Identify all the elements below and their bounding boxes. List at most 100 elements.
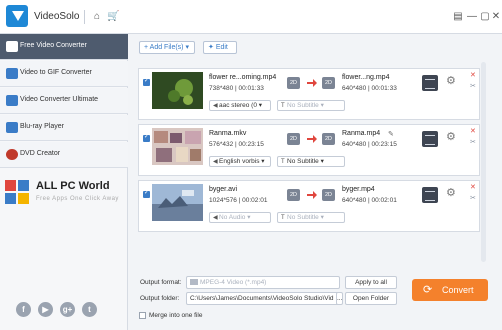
source-file-meta: 738*480 | 00:01:33 — [209, 85, 264, 92]
video-thumbnail[interactable] — [152, 128, 203, 165]
video-format-icon[interactable] — [422, 75, 438, 91]
sidebar-item-free-video-converter[interactable]: Free Video Converter — [0, 34, 128, 60]
arrow-right-icon — [307, 191, 317, 199]
output-format-select[interactable]: MPEG-4 Video (*.mp4) — [186, 276, 340, 289]
output-folder-label: Output folder: — [140, 295, 180, 302]
audio-track-select[interactable]: ◀aac stereo (0 ▾ — [209, 100, 271, 111]
video-format-icon[interactable] — [422, 131, 438, 147]
output-2d-badge[interactable]: 2D — [322, 189, 335, 201]
menu-icon[interactable]: ▤ — [452, 11, 464, 23]
brand-logo-icon — [5, 180, 29, 204]
subtitle-select[interactable]: T No Subtitle ▾ — [277, 156, 345, 167]
output-2d-badge[interactable]: 2D — [322, 77, 335, 89]
scissors-icon[interactable]: ✂ — [470, 82, 476, 90]
audio-track-select[interactable]: ◀No Audio ▾ — [209, 212, 271, 223]
file-list-scrollbar[interactable] — [481, 62, 486, 262]
video-thumbnail[interactable] — [152, 184, 203, 221]
arrow-right-icon — [307, 79, 317, 87]
sidebar-item-bluray-player[interactable]: Blu-ray Player — [0, 115, 128, 141]
output-file-meta: 640*480 | 00:02:01 — [342, 197, 397, 204]
cart-icon[interactable]: 🛒 — [107, 11, 119, 23]
output-format-value: MPEG-4 Video (*.mp4) — [200, 279, 267, 286]
browse-button[interactable]: ... — [336, 292, 343, 305]
title-bar: VideoSolo ⌂ 🛒 ▤ — ▢ ✕ — [0, 0, 502, 34]
source-2d-badge[interactable]: 2D — [287, 133, 300, 145]
merge-checkbox[interactable] — [139, 312, 146, 319]
video-format-icon[interactable] — [422, 187, 438, 203]
add-files-button[interactable]: + Add File(s) ▾ — [139, 41, 195, 54]
convert-button[interactable]: ⟳ Convert — [412, 279, 488, 301]
merge-label: Merge into one file — [149, 312, 203, 319]
subtitle-value: No Subtitle — [287, 158, 319, 165]
output-file-name: Ranma.mp4 — [342, 130, 381, 137]
close-icon[interactable]: ✕ — [470, 183, 476, 191]
dvd-icon — [6, 149, 18, 160]
scissors-icon[interactable]: ✂ — [470, 194, 476, 202]
twitter-icon[interactable]: t — [82, 302, 97, 317]
output-format-label: Output format: — [140, 279, 182, 286]
sidebar-item-video-converter-ultimate[interactable]: Video Converter Ultimate — [0, 88, 128, 114]
source-file-meta: 576*432 | 00:23:15 — [209, 141, 264, 148]
apply-to-all-button[interactable]: Apply to all — [345, 276, 397, 289]
edit-button[interactable]: ✦ Edit — [203, 41, 237, 54]
home-icon[interactable]: ⌂ — [91, 11, 103, 23]
title-separator — [84, 10, 85, 24]
brand-subtitle: Free Apps One Click Away — [36, 196, 119, 202]
source-file-meta: 1024*576 | 00:02:01 — [209, 197, 268, 204]
gear-icon[interactable]: ⚙ — [446, 132, 456, 143]
audio-track-value: English vorbis — [219, 158, 260, 165]
google-plus-icon[interactable]: g+ — [60, 302, 75, 317]
scissors-icon[interactable]: ✂ — [470, 138, 476, 146]
video-converter-icon — [6, 41, 18, 52]
source-2d-badge[interactable]: 2D — [287, 77, 300, 89]
output-file-name: byger.mp4 — [342, 186, 375, 193]
gear-icon[interactable]: ⚙ — [446, 188, 456, 199]
edit-icon: ✦ — [208, 44, 216, 51]
file-row[interactable]: flower re...oming.mp4 738*480 | 00:01:33… — [138, 68, 480, 120]
sidebar-item-label: DVD Creator — [20, 150, 61, 157]
output-file-meta: 640*480 | 00:23:15 — [342, 141, 397, 148]
open-folder-button[interactable]: Open Folder — [345, 292, 397, 305]
convert-refresh-icon: ⟳ — [423, 284, 433, 296]
audio-track-select[interactable]: ◀English vorbis ▾ — [209, 156, 271, 167]
app-title: VideoSolo — [34, 11, 80, 22]
youtube-icon[interactable]: ▶ — [38, 302, 53, 317]
gif-icon — [6, 68, 18, 79]
output-2d-badge[interactable]: 2D — [322, 133, 335, 145]
output-file-name: flower...ng.mp4 — [342, 74, 390, 81]
ultimate-icon — [6, 95, 18, 106]
subtitle-select[interactable]: T No Subtitle ▾ — [277, 100, 345, 111]
edit-label: Edit — [215, 44, 228, 51]
rename-pencil-icon[interactable]: ✎ — [388, 130, 394, 138]
file-row[interactable]: byger.avi 1024*576 | 00:02:01 2D 2D byge… — [138, 180, 480, 232]
file-row[interactable]: Ranma.mkv 576*432 | 00:23:15 2D 2D Ranma… — [138, 124, 480, 176]
sidebar-item-dvd-creator[interactable]: DVD Creator — [0, 142, 128, 168]
gear-icon[interactable]: ⚙ — [446, 76, 456, 87]
facebook-icon[interactable]: f — [16, 302, 31, 317]
file-checkbox[interactable] — [143, 133, 150, 142]
subtitle-value: No Subtitle — [287, 102, 319, 109]
close-icon[interactable]: ✕ — [470, 71, 476, 79]
brand-title: ALL PC World — [36, 180, 110, 192]
file-checkbox[interactable] — [143, 77, 150, 86]
source-2d-badge[interactable]: 2D — [287, 189, 300, 201]
sidebar-item-video-to-gif[interactable]: Video to GIF Converter — [0, 61, 128, 87]
subtitle-value: No Subtitle — [287, 214, 319, 221]
toolbar: + Add File(s) ▾ ✦ Edit — [129, 34, 502, 60]
convert-label: Convert — [442, 285, 474, 295]
sidebar-item-label: Video Converter Ultimate — [20, 96, 99, 103]
source-file-name: byger.avi — [209, 186, 238, 193]
sidebar: Free Video Converter Video to GIF Conver… — [0, 34, 128, 330]
output-folder-input[interactable]: C:\Users\James\Documents\VideoSolo Studi… — [186, 292, 340, 305]
close-icon[interactable]: ✕ — [470, 127, 476, 135]
app-logo-icon — [6, 5, 28, 27]
minimize-icon[interactable]: — — [466, 11, 478, 23]
output-file-meta: 640*480 | 00:01:33 — [342, 85, 397, 92]
file-checkbox[interactable] — [143, 189, 150, 198]
audio-track-value: aac stereo (0 — [219, 102, 257, 109]
subtitle-select[interactable]: T No Subtitle ▾ — [277, 212, 345, 223]
close-icon[interactable]: ✕ — [490, 11, 502, 23]
arrow-right-icon — [307, 135, 317, 143]
sidebar-item-label: Free Video Converter — [20, 42, 87, 49]
video-thumbnail[interactable] — [152, 72, 203, 109]
